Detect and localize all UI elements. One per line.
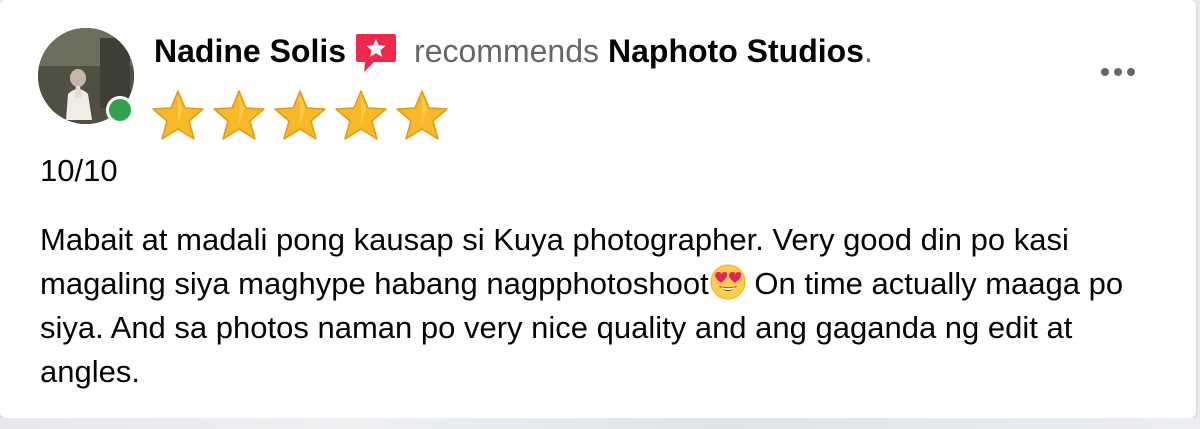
page-background-strip: [0, 418, 1200, 429]
review-header: Nadine Solis recommends Naphoto Studios …: [154, 26, 873, 76]
more-options-icon-dot: [1127, 68, 1135, 76]
online-status-indicator: [106, 96, 134, 124]
heart-eyes-emoji-icon: [710, 264, 746, 300]
star-icon: [396, 90, 448, 140]
more-options-button[interactable]: [1090, 56, 1146, 88]
star-icon: [152, 90, 204, 140]
recommends-text: recommends: [414, 32, 599, 69]
recommend-badge-icon: [354, 32, 398, 74]
more-options-icon-dot: [1114, 68, 1122, 76]
review-card: Nadine Solis recommends Naphoto Studios …: [0, 0, 1196, 418]
page-name-link[interactable]: Naphoto Studios: [608, 33, 864, 70]
review-body: Mabait at madali pong kausap si Kuya pho…: [40, 218, 1170, 394]
star-icon: [335, 90, 387, 140]
star-icon: [213, 90, 265, 140]
header-period: .: [863, 32, 873, 69]
more-options-icon: [1101, 68, 1109, 76]
star-icon: [274, 90, 326, 140]
rating-stars: [150, 88, 450, 144]
author-name-link[interactable]: Nadine Solis: [154, 33, 346, 70]
review-score: 10/10: [40, 153, 118, 188]
